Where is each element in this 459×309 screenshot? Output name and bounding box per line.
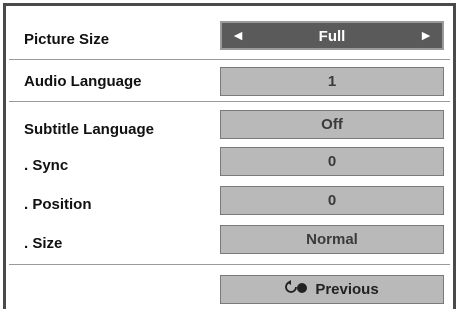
subtitle-language-label: Subtitle Language (24, 121, 155, 138)
arrow-left-icon[interactable]: ◄ (228, 23, 248, 48)
divider (9, 101, 450, 102)
position-value[interactable]: 0 (220, 186, 444, 215)
picture-size-value: Full (318, 28, 346, 45)
sync-label: . Sync (24, 157, 69, 174)
sync-value[interactable]: 0 (220, 147, 444, 176)
return-icon (285, 276, 309, 303)
size-label: . Size (24, 235, 63, 252)
position-label: . Position (24, 196, 92, 213)
picture-settings-panel: Picture Size ◄ Full ► Audio Language 1 S… (3, 3, 456, 309)
subtitle-language-value[interactable]: Off (220, 110, 444, 139)
previous-button[interactable]: Previous (220, 275, 444, 304)
divider (9, 59, 450, 60)
size-value[interactable]: Normal (220, 225, 444, 254)
audio-language-label: Audio Language (24, 73, 142, 90)
picture-size-selector[interactable]: ◄ Full ► (220, 21, 444, 50)
divider (9, 264, 450, 265)
arrow-right-icon[interactable]: ► (416, 23, 436, 48)
audio-language-value[interactable]: 1 (220, 67, 444, 96)
previous-label: Previous (315, 281, 379, 298)
picture-size-label: Picture Size (24, 31, 110, 48)
